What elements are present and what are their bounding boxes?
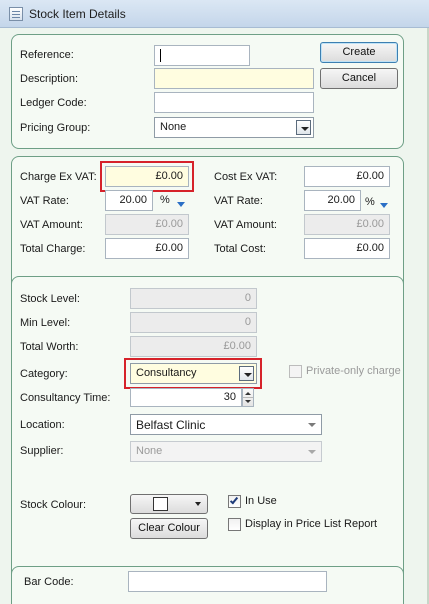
total-worth-label: Total Worth: [20, 341, 79, 353]
vat-rate-label: VAT Rate: [20, 195, 69, 207]
cost-vat-rate-label: VAT Rate: [214, 195, 263, 207]
supplier-select[interactable]: None [130, 441, 322, 462]
chevron-down-icon[interactable] [296, 120, 311, 135]
location-value: Belfast Clinic [136, 418, 206, 432]
cost-ex-vat-input[interactable]: £0.00 [304, 166, 390, 187]
dialog-client-area: Reference: Description: Ledger Code: Pri… [0, 28, 429, 604]
total-cost-label: Total Cost: [214, 243, 266, 255]
text-caret [160, 49, 161, 62]
private-only-checkbox[interactable] [289, 365, 302, 378]
details-panel: Reference: Description: Ledger Code: Pri… [11, 34, 404, 149]
barcode-panel: Bar Code: [11, 566, 404, 604]
reference-input[interactable] [154, 45, 250, 66]
clear-colour-button[interactable]: Clear Colour [130, 518, 208, 539]
stock-level-label: Stock Level: [20, 293, 80, 305]
vat-rate-percent: % [160, 194, 170, 206]
title-bar: Stock Item Details [0, 0, 429, 28]
ledger-code-input[interactable] [154, 92, 314, 113]
cost-vat-rate-input[interactable]: 20.00 [304, 190, 361, 211]
total-charge-label: Total Charge: [20, 243, 86, 255]
category-label: Category: [20, 368, 68, 380]
checkmark-icon [229, 495, 239, 505]
stock-colour-label: Stock Colour: [20, 499, 87, 511]
vat-rate-input[interactable]: 20.00 [105, 190, 153, 211]
pricing-panel: Charge Ex VAT: £0.00 VAT Rate: 20.00 % V… [11, 156, 404, 294]
stepper-divider [243, 397, 253, 398]
consultancy-time-stepper[interactable] [242, 388, 254, 407]
bar-code-label: Bar Code: [24, 576, 74, 588]
stock-colour-picker[interactable] [130, 494, 208, 514]
total-cost-input[interactable]: £0.00 [304, 238, 390, 259]
total-charge-input[interactable]: £0.00 [105, 238, 189, 259]
in-use-label: In Use [245, 495, 277, 507]
pricing-group-value: None [160, 121, 187, 133]
cost-vat-rate-dropdown-icon[interactable] [380, 203, 388, 208]
min-level-value: 0 [130, 312, 257, 333]
charge-ex-vat-label: Charge Ex VAT: [20, 171, 97, 183]
colour-swatch [153, 497, 168, 511]
create-button[interactable]: Create [320, 42, 398, 63]
consultancy-time-input[interactable]: 30 [130, 388, 242, 407]
supplier-value: None [136, 445, 163, 457]
in-use-checkbox[interactable] [228, 495, 241, 508]
chevron-down-icon[interactable] [195, 502, 201, 506]
stepper-down-icon[interactable] [245, 400, 251, 403]
stock-level-value: 0 [130, 288, 257, 309]
stepper-up-icon[interactable] [245, 392, 251, 395]
supplier-label: Supplier: [20, 445, 64, 457]
cost-vat-amount-label: VAT Amount: [214, 219, 277, 231]
cost-vat-amount-value: £0.00 [304, 214, 390, 235]
bar-code-input[interactable] [128, 571, 327, 592]
private-only-label: Private-only charge [306, 365, 401, 377]
pricing-group-label: Pricing Group: [20, 122, 91, 134]
cost-ex-vat-label: Cost Ex VAT: [214, 171, 278, 183]
vat-amount-value: £0.00 [105, 214, 189, 235]
window-title: Stock Item Details [29, 7, 126, 21]
vat-amount-label: VAT Amount: [20, 219, 83, 231]
display-price-list-checkbox[interactable] [228, 518, 241, 531]
display-price-list-label: Display in Price List Report [245, 518, 378, 530]
min-level-label: Min Level: [20, 317, 71, 329]
stock-panel: Stock Level: 0 Min Level: 0 Total Worth:… [11, 276, 404, 586]
cost-vat-rate-percent: % [365, 196, 375, 208]
pricing-group-select[interactable]: None [154, 117, 314, 138]
consultancy-time-label: Consultancy Time: [20, 392, 111, 404]
reference-label: Reference: [20, 49, 74, 61]
cancel-button[interactable]: Cancel [320, 68, 398, 89]
chevron-down-icon[interactable] [304, 444, 319, 459]
description-label: Description: [20, 73, 79, 85]
charge-ex-vat-highlight [100, 161, 194, 192]
location-label: Location: [20, 419, 65, 431]
category-highlight [124, 358, 262, 389]
vat-rate-dropdown-icon[interactable] [177, 202, 185, 207]
ledger-code-label: Ledger Code: [20, 97, 87, 109]
window-app-icon [9, 7, 23, 21]
total-worth-value: £0.00 [130, 336, 257, 357]
description-input[interactable] [154, 68, 314, 89]
chevron-down-icon[interactable] [304, 417, 319, 432]
location-select[interactable]: Belfast Clinic [130, 414, 322, 435]
